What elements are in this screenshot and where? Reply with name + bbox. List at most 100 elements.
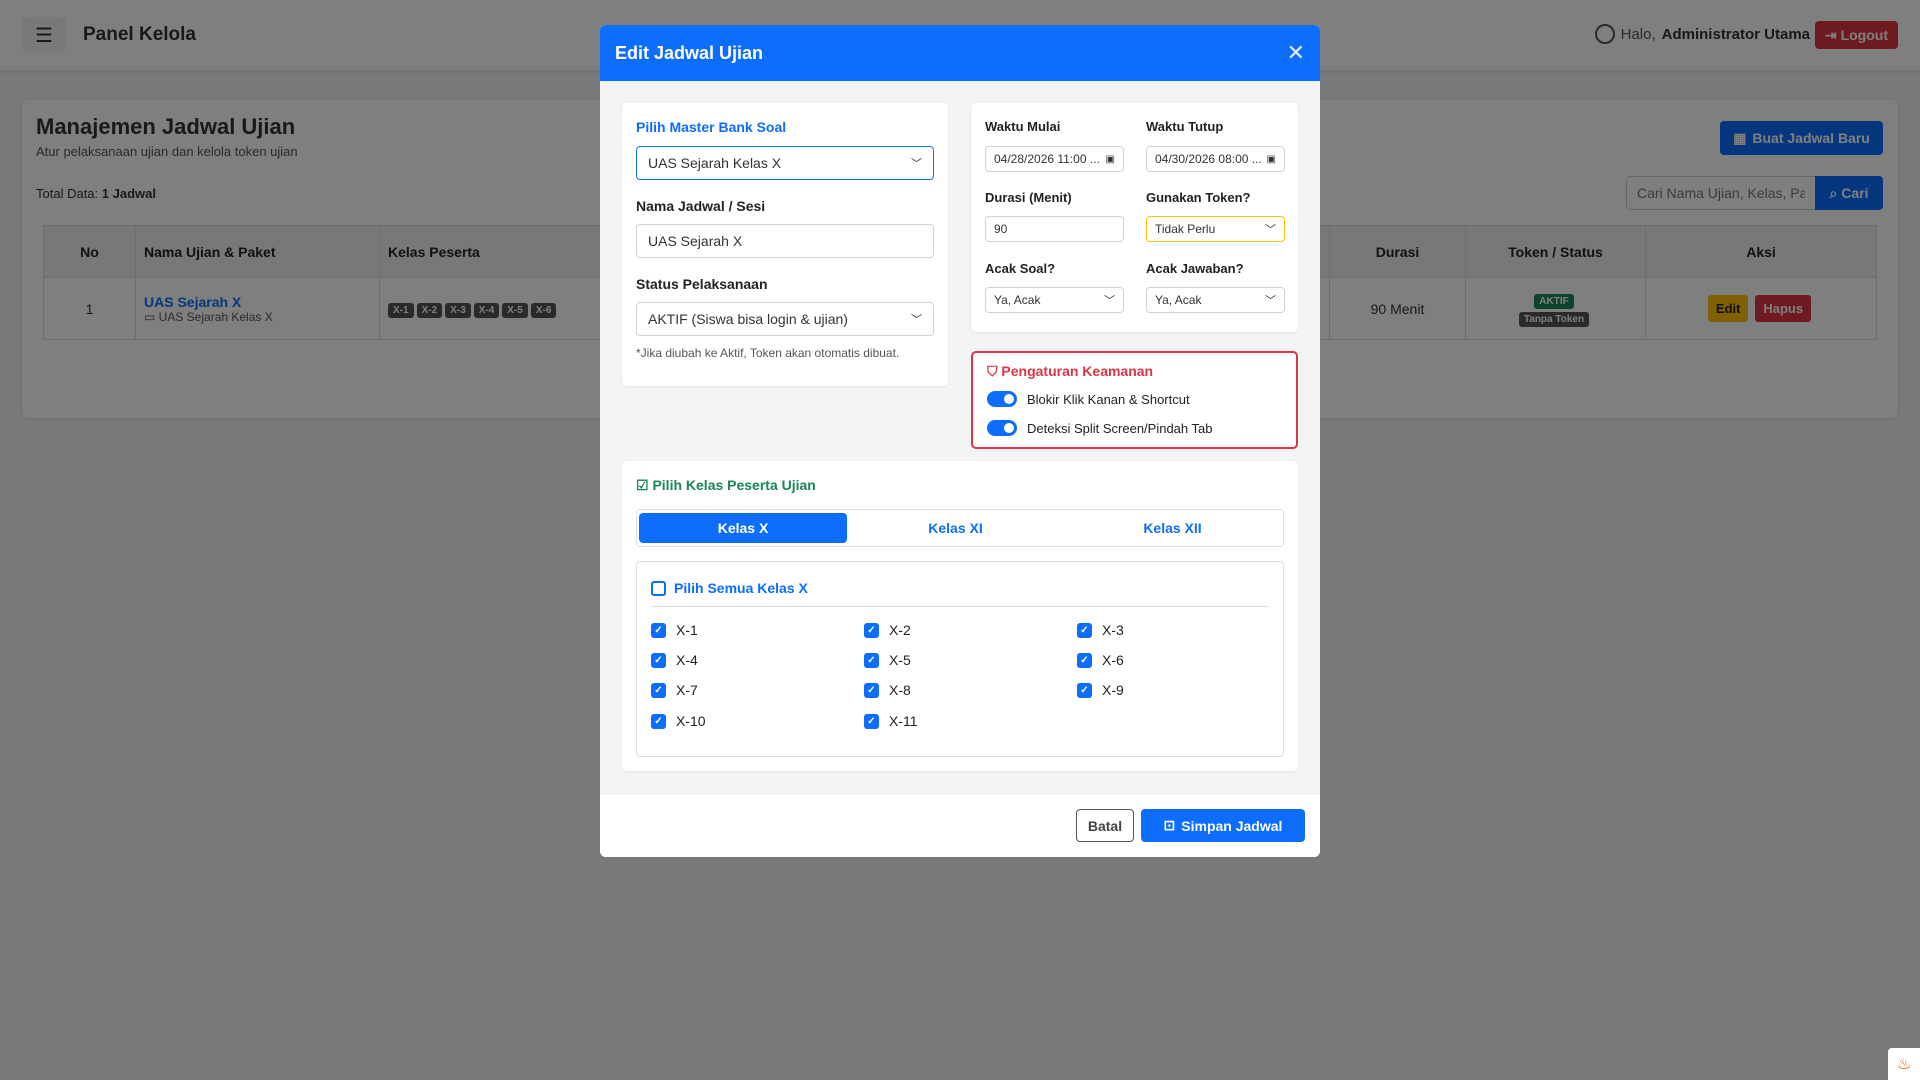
end-datetime-input[interactable]: 04/30/2026 08:00 ... ▣ — [1146, 146, 1285, 172]
class-label: X-11 — [889, 713, 918, 729]
basic-info-panel: Pilih Master Bank Soal UAS Sejarah Kelas… — [622, 103, 948, 386]
security-title: ⛉ Pengaturan Keamanan — [987, 363, 1153, 380]
chevron-down-icon: ﹀ — [911, 158, 922, 170]
check-icon[interactable]: ✓ — [651, 652, 666, 668]
modal-title: Edit Jadwal Ujian — [615, 42, 764, 63]
check-square-icon: ☑ — [636, 477, 653, 493]
session-value: UAS Sejarah X — [648, 233, 743, 249]
toggle-switch[interactable] — [987, 420, 1017, 436]
bank-value: UAS Sejarah Kelas X — [648, 155, 782, 171]
session-input[interactable]: UAS Sejarah X — [636, 224, 934, 258]
end-value: 04/30/2026 08:00 ... — [1155, 152, 1262, 166]
token-label: Gunakan Token? — [1146, 190, 1251, 205]
class-label: X-10 — [676, 713, 706, 729]
tab-kelas-x[interactable]: Kelas X — [639, 513, 847, 543]
class-checkbox-x8[interactable]: ✓ X-8 — [864, 682, 911, 698]
save-schedule-button[interactable]: ⊡ Simpan Jadwal — [1141, 809, 1305, 842]
bank-label: Pilih Master Bank Soal — [636, 119, 787, 135]
check-icon[interactable]: ✓ — [864, 652, 879, 668]
checkbox-empty[interactable] — [651, 580, 666, 596]
start-datetime-input[interactable]: 04/28/2026 11:00 ... ▣ — [985, 146, 1124, 172]
time-settings-panel: Waktu Mulai 04/28/2026 11:00 ... ▣ Waktu … — [971, 103, 1298, 332]
status-select[interactable]: AKTIF (Siswa bisa login & ujian) ﹀ — [636, 302, 934, 336]
cancel-button[interactable]: Batal — [1076, 809, 1134, 842]
session-label: Nama Jadwal / Sesi — [636, 198, 766, 214]
security-option-rightclick: Blokir Klik Kanan & Shortcut — [987, 391, 1190, 407]
class-checkbox-x3[interactable]: ✓ X-3 — [1077, 622, 1124, 638]
check-icon[interactable]: ✓ — [864, 622, 879, 638]
class-checkbox-x11[interactable]: ✓ X-11 — [864, 713, 918, 729]
duration-input[interactable]: 90 — [985, 216, 1124, 242]
class-checkbox-x6[interactable]: ✓ X-6 — [1077, 652, 1124, 668]
token-select[interactable]: Tidak Perlu ﹀ — [1146, 216, 1285, 242]
end-label: Waktu Tutup — [1146, 119, 1224, 134]
class-label: X-4 — [676, 652, 698, 668]
check-icon[interactable]: ✓ — [651, 622, 666, 638]
chevron-down-icon: ﹀ — [1265, 224, 1276, 236]
class-checkbox-group: Pilih Semua Kelas X ✓ X-1 ✓ X-2 ✓ X-3 ✓ X-4 … — [636, 561, 1284, 757]
shuffle-answer-value: Ya, Acak — [1155, 293, 1202, 307]
status-value: AKTIF (Siswa bisa login & ujian) — [648, 311, 848, 327]
class-label: X-6 — [1102, 652, 1124, 668]
class-label: X-2 — [889, 622, 911, 638]
status-note: *Jika diubah ke Aktif, Token akan otomat… — [636, 346, 900, 360]
class-level-tabs: Kelas X Kelas XI Kelas XII — [636, 509, 1284, 547]
check-icon[interactable]: ✓ — [864, 713, 879, 729]
shuffle-answer-select[interactable]: Ya, Acak ﹀ — [1146, 287, 1285, 313]
status-label: Status Pelaksanaan — [636, 276, 768, 292]
shuffle-question-value: Ya, Acak — [994, 293, 1041, 307]
shield-icon: ⛉ — [987, 363, 1002, 379]
toggle-switch[interactable] — [987, 391, 1017, 407]
class-checkbox-x2[interactable]: ✓ X-2 — [864, 622, 911, 638]
security-option-splitscreen: Deteksi Split Screen/Pindah Tab — [987, 420, 1212, 436]
check-icon[interactable]: ✓ — [651, 713, 666, 729]
start-value: 04/28/2026 11:00 ... — [994, 152, 1100, 166]
class-label: X-3 — [1102, 622, 1124, 638]
save-label: Simpan Jadwal — [1181, 817, 1283, 834]
token-value: Tidak Perlu — [1155, 222, 1216, 236]
class-checkbox-x1[interactable]: ✓ X-1 — [651, 622, 698, 638]
bank-select[interactable]: UAS Sejarah Kelas X ﹀ — [636, 146, 934, 180]
save-icon: ⊡ — [1163, 817, 1176, 833]
class-label: X-1 — [676, 622, 698, 638]
class-selection-panel: ☑ Pilih Kelas Peserta Ujian Kelas X Kela… — [622, 461, 1298, 771]
class-checkbox-x10[interactable]: ✓ X-10 — [651, 713, 706, 729]
divider — [651, 606, 1269, 607]
class-label: X-9 — [1102, 682, 1124, 698]
select-all-label: Pilih Semua Kelas X — [674, 580, 808, 596]
check-icon[interactable]: ✓ — [864, 682, 879, 698]
calendar-icon: ▣ — [1266, 153, 1276, 165]
class-checkbox-x4[interactable]: ✓ X-4 — [651, 652, 698, 668]
class-label: X-8 — [889, 682, 911, 698]
security-option-label: Deteksi Split Screen/Pindah Tab — [1027, 420, 1213, 436]
chevron-down-icon: ﹀ — [1104, 295, 1115, 307]
close-icon[interactable]: ✕ — [1287, 40, 1305, 66]
duration-label: Durasi (Menit) — [985, 190, 1072, 205]
shuffle-question-select[interactable]: Ya, Acak ﹀ — [985, 287, 1124, 313]
class-selection-title: ☑ Pilih Kelas Peserta Ujian — [636, 477, 816, 494]
class-checkbox-x9[interactable]: ✓ X-9 — [1077, 682, 1124, 698]
class-selection-title-text: Pilih Kelas Peserta Ujian — [652, 477, 816, 493]
duration-value: 90 — [994, 222, 1008, 236]
shuffle-answer-label: Acak Jawaban? — [1146, 261, 1244, 276]
start-label: Waktu Mulai — [985, 119, 1061, 134]
check-icon[interactable]: ✓ — [1077, 652, 1092, 668]
class-label: X-5 — [889, 652, 911, 668]
check-icon[interactable]: ✓ — [651, 682, 666, 698]
flame-icon[interactable]: ♨ — [1888, 1048, 1920, 1080]
calendar-icon: ▣ — [1105, 153, 1115, 165]
chevron-down-icon: ﹀ — [1265, 295, 1276, 307]
class-checkbox-x7[interactable]: ✓ X-7 — [651, 682, 698, 698]
class-checkbox-x5[interactable]: ✓ X-5 — [864, 652, 911, 668]
edit-schedule-modal: Edit Jadwal Ujian ✕ Pilih Master Bank So… — [600, 25, 1320, 857]
select-all-checkbox[interactable]: Pilih Semua Kelas X — [651, 580, 808, 596]
check-icon[interactable]: ✓ — [1077, 622, 1092, 638]
modal-header: Edit Jadwal Ujian ✕ — [600, 25, 1320, 81]
tab-kelas-xi[interactable]: Kelas XI — [847, 513, 1064, 543]
shuffle-question-label: Acak Soal? — [985, 261, 1056, 276]
security-option-label: Blokir Klik Kanan & Shortcut — [1027, 391, 1190, 407]
security-panel: ⛉ Pengaturan Keamanan Blokir Klik Kanan … — [971, 351, 1298, 449]
check-icon[interactable]: ✓ — [1077, 682, 1092, 698]
tab-kelas-xii[interactable]: Kelas XII — [1064, 513, 1281, 543]
chevron-down-icon: ﹀ — [911, 314, 922, 326]
